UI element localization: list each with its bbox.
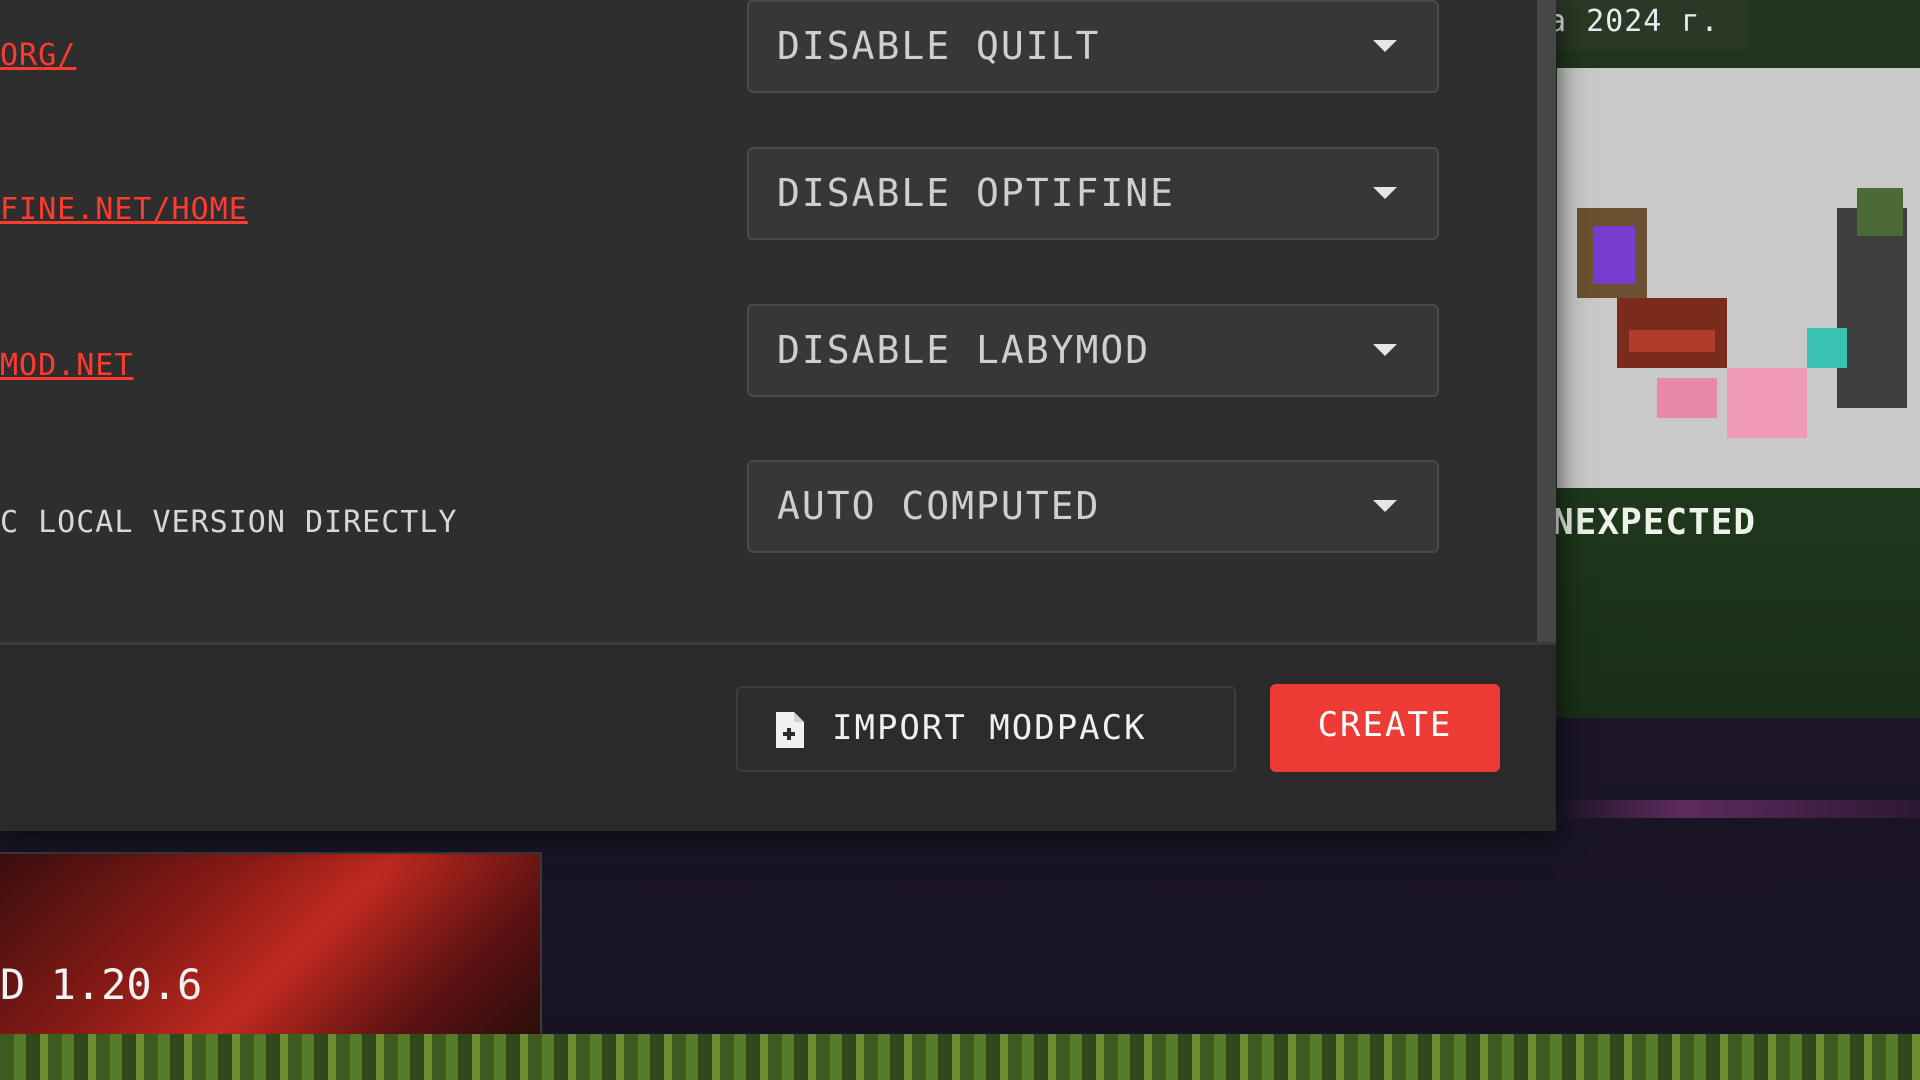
create-button-label: CREATE bbox=[1317, 705, 1453, 745]
version-label: D 1.20.6 bbox=[0, 960, 203, 1009]
import-modpack-button[interactable]: IMPORT MODPACK bbox=[736, 686, 1236, 772]
chevron-down-icon bbox=[1373, 344, 1397, 356]
chevron-down-icon bbox=[1373, 187, 1397, 199]
version-card[interactable] bbox=[0, 852, 542, 1038]
import-modpack-label: IMPORT MODPACK bbox=[832, 708, 1147, 748]
background-glow bbox=[1555, 800, 1920, 818]
quilt-select[interactable]: DISABLE QUILT bbox=[747, 0, 1439, 93]
news-image-art bbox=[1557, 68, 1920, 488]
version-select-value: AUTO COMPUTED bbox=[777, 484, 1101, 528]
optifine-select-value: DISABLE OPTIFINE bbox=[777, 171, 1176, 215]
row-link-optifine[interactable]: FINE.NET/HOME bbox=[0, 192, 290, 234]
row-link-labymod[interactable]: MOD.NET bbox=[0, 348, 170, 390]
news-image bbox=[1557, 68, 1920, 488]
version-select[interactable]: AUTO COMPUTED bbox=[747, 460, 1439, 553]
create-button[interactable]: CREATE bbox=[1270, 684, 1500, 772]
chevron-down-icon bbox=[1373, 500, 1397, 512]
row-link-quilt[interactable]: ORG/ bbox=[0, 38, 120, 80]
optifine-select[interactable]: DISABLE OPTIFINE bbox=[747, 147, 1439, 240]
file-import-icon bbox=[776, 712, 804, 748]
labymod-select-value: DISABLE LABYMOD bbox=[777, 328, 1151, 372]
labymod-select[interactable]: DISABLE LABYMOD bbox=[747, 304, 1439, 397]
create-instance-modal: ORG/ FINE.NET/HOME MOD.NET C LOCAL VERSI… bbox=[0, 0, 1556, 831]
news-title: NEXPECTED bbox=[1552, 502, 1757, 543]
modal-scrollbar[interactable] bbox=[1537, 0, 1556, 642]
row-description-version: C LOCAL VERSION DIRECTLY bbox=[0, 505, 458, 540]
chevron-down-icon bbox=[1373, 40, 1397, 52]
news-date: a 2024 г. bbox=[1548, 4, 1720, 39]
grass-strip bbox=[0, 1034, 1920, 1080]
quilt-select-value: DISABLE QUILT bbox=[777, 24, 1101, 68]
app-screen: a 2024 г. NEXPECTED D 1.20.6 ORG/ FINE.N… bbox=[0, 0, 1920, 1080]
